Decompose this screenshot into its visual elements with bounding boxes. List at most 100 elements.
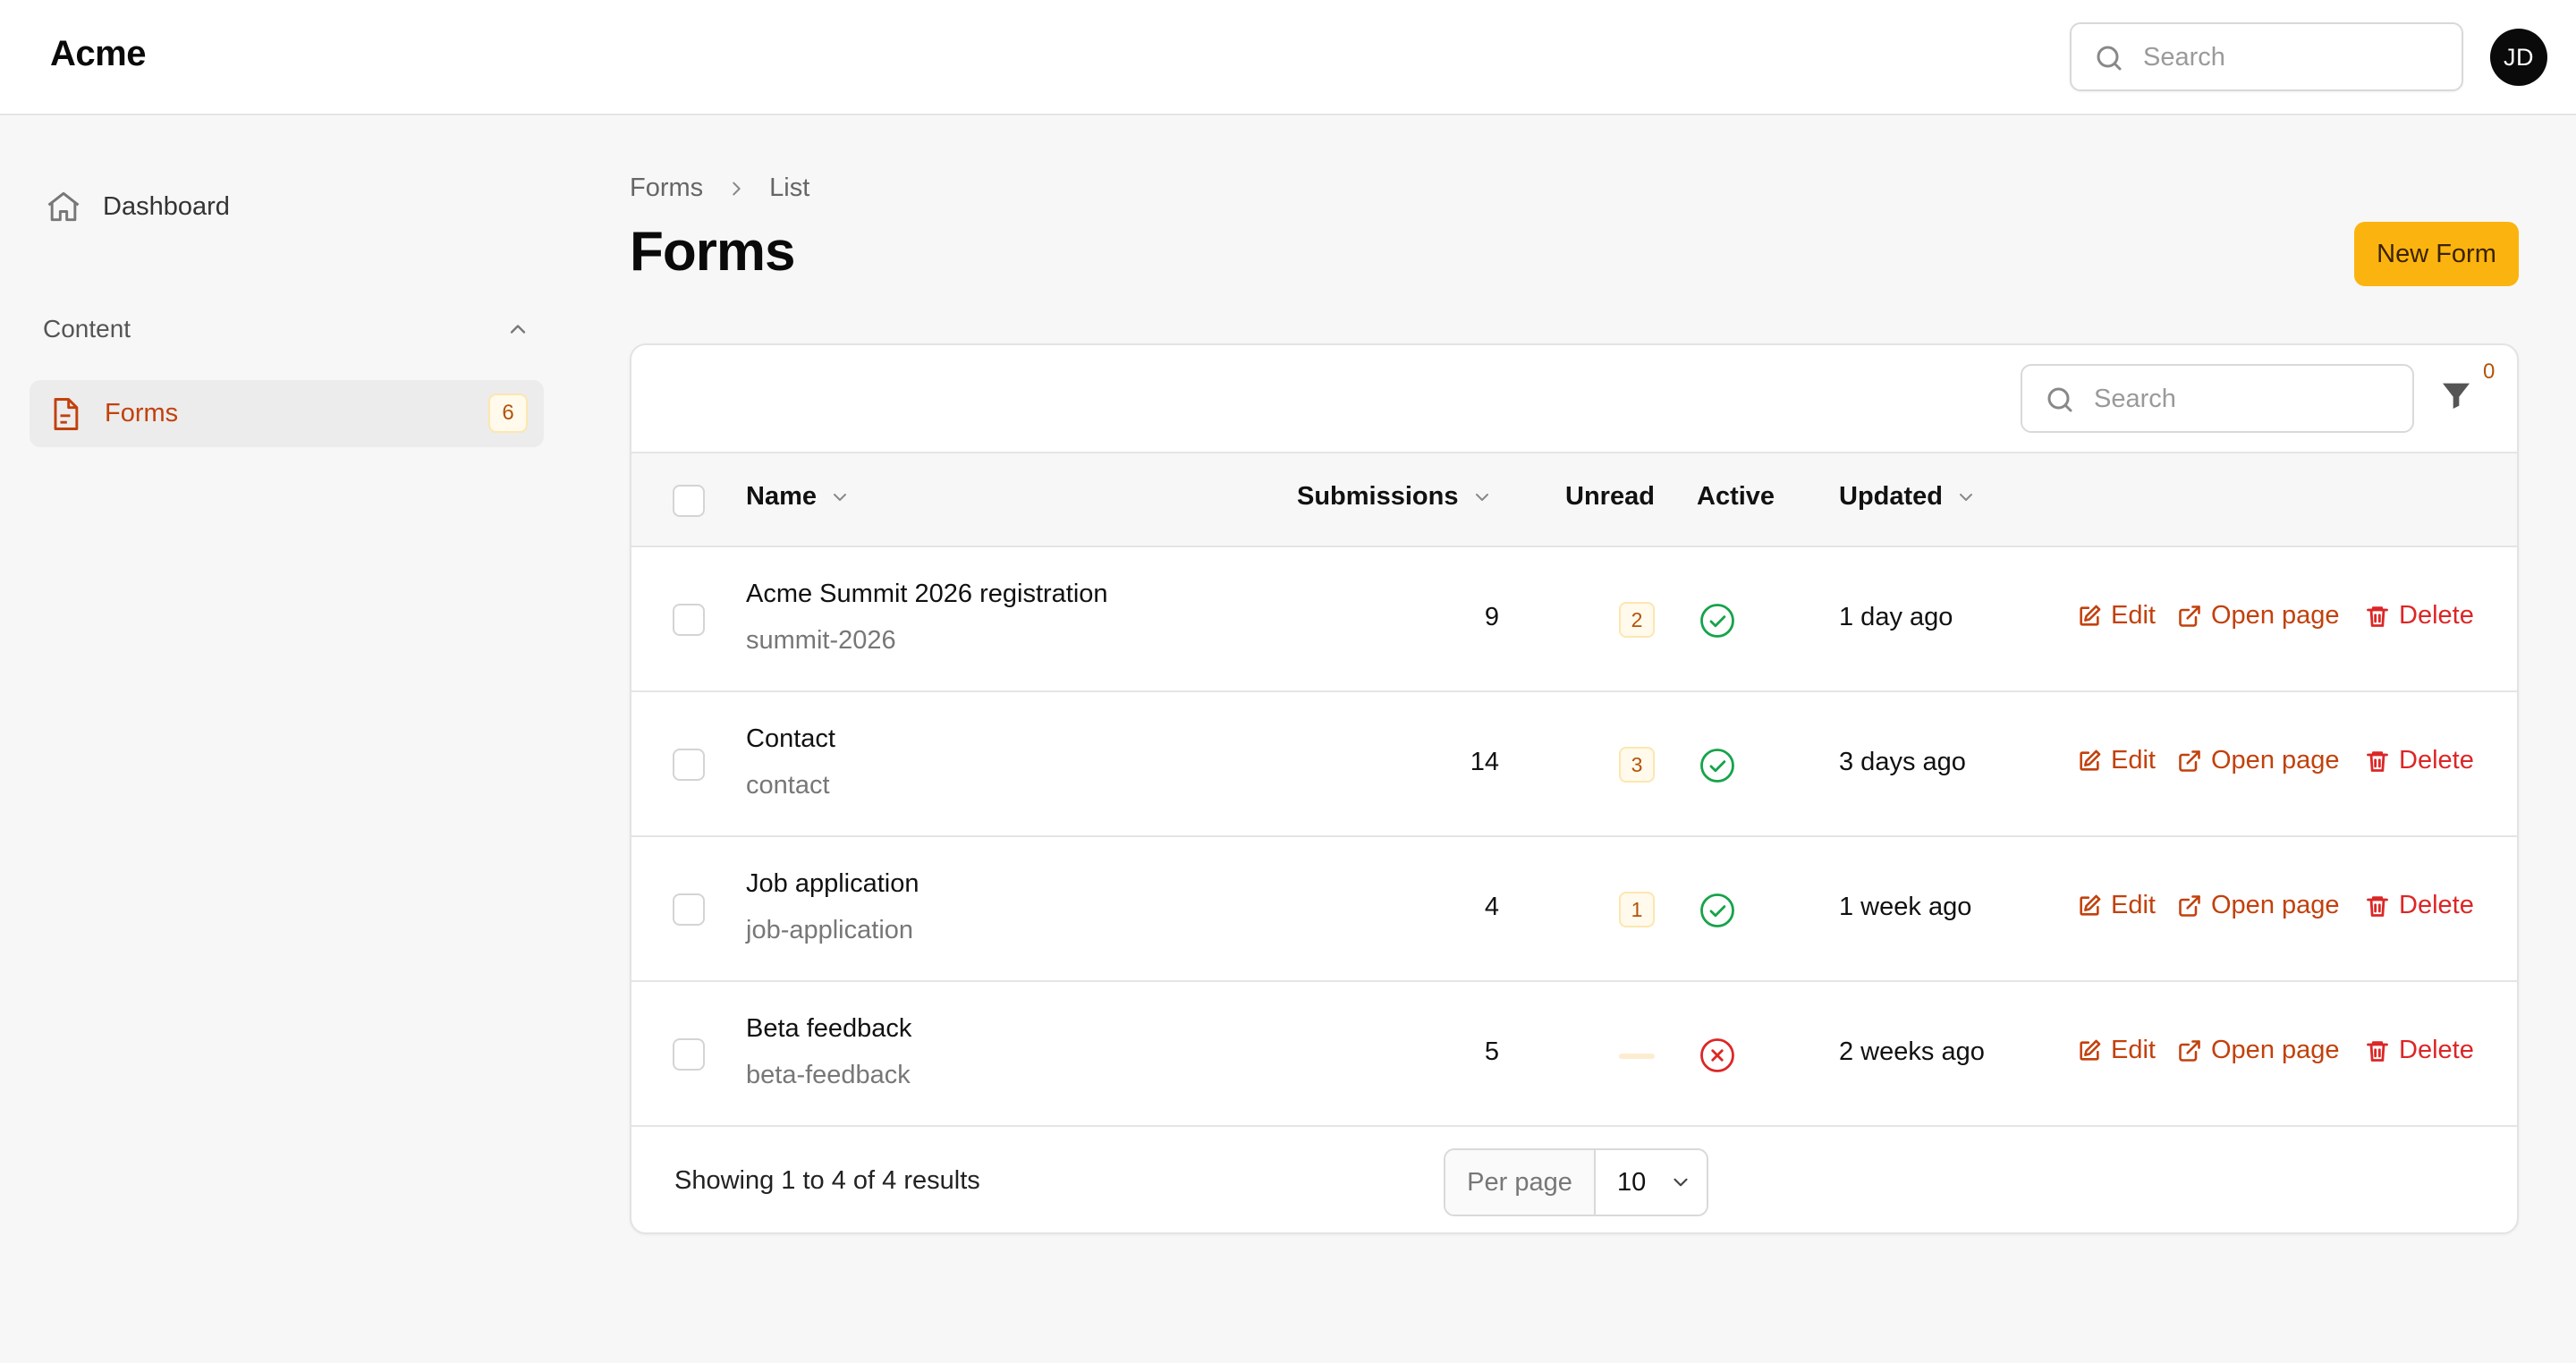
x-circle-icon [1700, 1038, 1734, 1072]
column-header-label: Name [746, 482, 817, 511]
submissions-count: 4 [1484, 893, 1499, 921]
external-link-icon [2179, 605, 2200, 627]
edit-button[interactable]: Edit [2077, 1036, 2156, 1065]
delete-button[interactable]: Delete [2365, 1036, 2474, 1065]
unread-badge: 1 [1619, 892, 1655, 927]
delete-button[interactable]: Delete [2365, 746, 2474, 775]
edit-icon [2080, 894, 2101, 916]
sidebar-item-label: Dashboard [103, 191, 230, 221]
global-search-input[interactable] [2143, 37, 2447, 78]
per-page-select[interactable]: Per page 10 [1444, 1148, 1708, 1216]
sidebar-group-label: Content [43, 315, 131, 343]
delete-label: Delete [2399, 1036, 2474, 1064]
delete-label: Delete [2399, 601, 2474, 630]
column-header-unread: Unread [1565, 482, 1655, 512]
filter-button[interactable] [2438, 377, 2481, 420]
row-checkbox[interactable] [673, 1038, 705, 1071]
table-row[interactable]: Beta feedback beta-feedback 5 2 weeks ag… [631, 982, 2517, 1127]
chevron-down-icon [1674, 1178, 1688, 1187]
updated-time: 2 weeks ago [1839, 1037, 1985, 1066]
form-name: Beta feedback [746, 1014, 912, 1043]
open-page-button[interactable]: Open page [2177, 601, 2340, 631]
breadcrumb-forms-link[interactable]: Forms [630, 174, 703, 203]
global-search[interactable] [2070, 22, 2463, 91]
unread-badge: 2 [1619, 602, 1655, 638]
open-page-label: Open page [2211, 601, 2340, 630]
forms-table-card: 0 Name Submissions Unread Active Updated… [630, 343, 2519, 1234]
edit-label: Edit [2111, 601, 2156, 630]
chevron-down-icon [834, 493, 846, 501]
open-page-label: Open page [2211, 746, 2340, 775]
external-link-icon [2179, 894, 2200, 917]
delete-label: Delete [2399, 891, 2474, 919]
external-link-icon [2179, 749, 2200, 772]
trash-icon [2367, 895, 2388, 917]
home-icon [47, 191, 80, 222]
form-name: Contact [746, 724, 835, 753]
unread-badge-empty [1619, 1054, 1655, 1059]
column-header-active: Active [1697, 482, 1775, 512]
check-circle-icon [1700, 749, 1734, 783]
open-page-button[interactable]: Open page [2177, 746, 2340, 775]
form-slug: beta-feedback [746, 1061, 911, 1089]
sidebar-item-forms[interactable]: Forms 6 [30, 380, 544, 447]
delete-button[interactable]: Delete [2365, 891, 2474, 920]
column-header-label: Updated [1839, 482, 1943, 511]
column-header-name[interactable]: Name [746, 482, 851, 512]
form-slug: summit-2026 [746, 626, 896, 655]
form-name: Job application [746, 869, 919, 898]
edit-button[interactable]: Edit [2077, 746, 2156, 775]
table-search[interactable] [2021, 364, 2414, 433]
select-all-checkbox[interactable] [673, 485, 705, 517]
edit-button[interactable]: Edit [2077, 891, 2156, 920]
table-row[interactable]: Job application job-application 4 1 1 we… [631, 837, 2517, 982]
open-page-button[interactable]: Open page [2177, 891, 2340, 920]
delete-label: Delete [2399, 746, 2474, 775]
check-circle-icon [1700, 893, 1734, 927]
filter-icon [2443, 383, 2470, 409]
table-header: Name Submissions Unread Active Updated [631, 452, 2517, 547]
sidebar-item-dashboard[interactable]: Dashboard [30, 177, 544, 236]
pagination-summary: Showing 1 to 4 of 4 results [674, 1166, 980, 1195]
delete-button[interactable]: Delete [2365, 601, 2474, 631]
edit-label: Edit [2111, 891, 2156, 919]
top-bar: Acme JD [0, 0, 2576, 115]
filter-count-badge: 0 [2483, 360, 2496, 384]
column-header-updated[interactable]: Updated [1839, 482, 1977, 512]
row-checkbox[interactable] [673, 604, 705, 636]
row-checkbox[interactable] [673, 749, 705, 781]
trash-icon [2367, 750, 2388, 772]
per-page-dropdown[interactable]: 10 [1596, 1150, 1707, 1215]
updated-time: 1 week ago [1839, 893, 1972, 921]
per-page-label: Per page [1445, 1150, 1596, 1215]
chevron-down-icon [1960, 493, 1972, 501]
row-checkbox[interactable] [673, 893, 705, 926]
open-page-label: Open page [2211, 891, 2340, 919]
chevron-down-icon [1475, 493, 1488, 501]
open-page-button[interactable]: Open page [2177, 1036, 2340, 1065]
brand-logo[interactable]: Acme [50, 34, 146, 74]
submissions-count: 9 [1484, 603, 1499, 631]
chevron-up-icon [510, 325, 526, 334]
column-header-submissions[interactable]: Submissions [1297, 482, 1493, 512]
trash-icon [2367, 1040, 2388, 1062]
table-row[interactable]: Contact contact 14 3 3 days ago Edit Ope… [631, 692, 2517, 837]
trash-icon [2367, 605, 2388, 627]
table-search-input[interactable] [2094, 378, 2398, 419]
check-circle-icon [1700, 604, 1734, 638]
user-avatar[interactable]: JD [2490, 29, 2547, 86]
form-slug: contact [746, 771, 830, 800]
new-form-button[interactable]: New Form [2354, 222, 2519, 286]
edit-button[interactable]: Edit [2077, 601, 2156, 631]
sidebar-group-content[interactable]: Content [43, 311, 530, 347]
form-name: Acme Summit 2026 registration [746, 580, 1108, 608]
table-row[interactable]: Acme Summit 2026 registration summit-202… [631, 547, 2517, 692]
edit-icon [2080, 1039, 2101, 1061]
breadcrumb-current: List [769, 174, 810, 202]
per-page-value: 10 [1617, 1167, 1647, 1197]
chevron-right-icon [726, 179, 746, 199]
sidebar-item-label: Forms [105, 399, 179, 428]
form-slug: job-application [746, 916, 914, 944]
unread-badge: 3 [1619, 747, 1655, 783]
search-icon [2047, 387, 2072, 412]
